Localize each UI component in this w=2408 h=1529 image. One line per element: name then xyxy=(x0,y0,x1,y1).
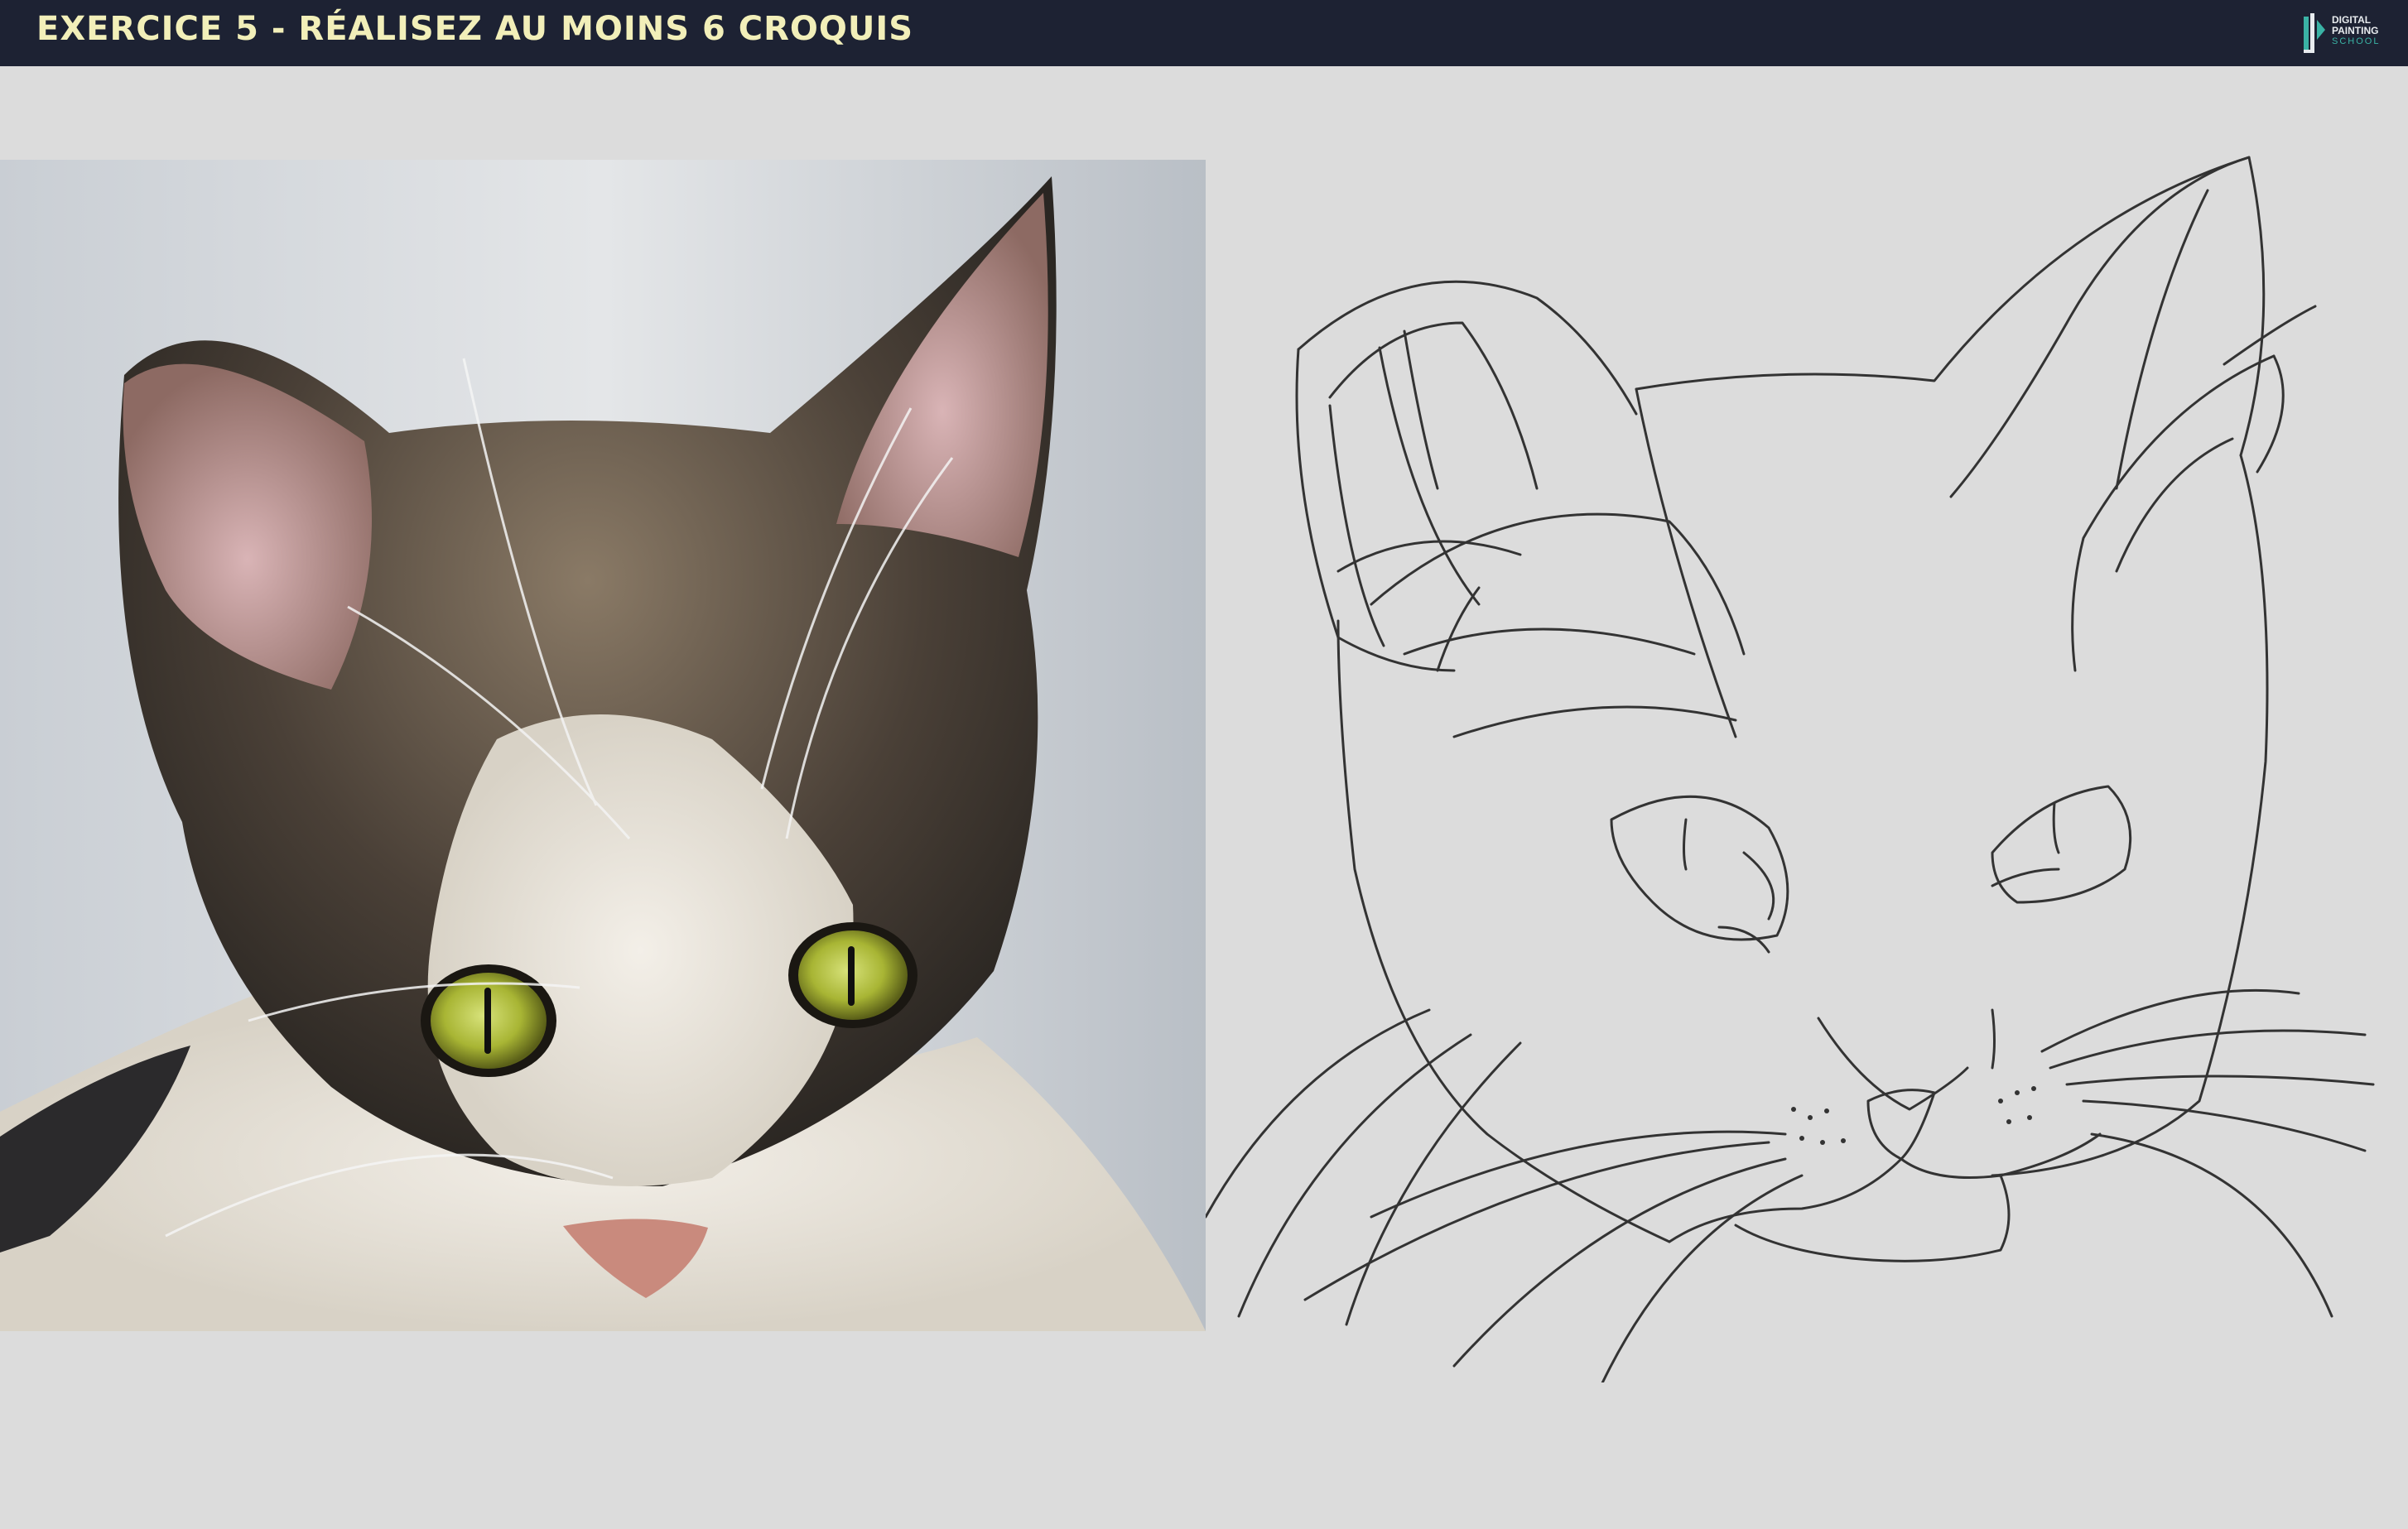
logo-line-3: SCHOOL xyxy=(2332,36,2381,46)
school-logo: DIGITAL PAINTING SCHOOL xyxy=(2300,12,2391,55)
header-bar: EXERCICE 5 - RÉALISEZ AU MOINS 6 CROQUIS… xyxy=(0,0,2408,66)
digital-painting-school-logo-icon xyxy=(2304,13,2325,53)
cat-face-reference-photo xyxy=(0,160,1206,1331)
cat-reference-photo xyxy=(0,160,1206,1331)
cat-face-line-sketch xyxy=(1204,156,2375,1401)
logo-line-2: PAINTING xyxy=(2332,25,2379,36)
logo-text: DIGITAL PAINTING SCHOOL xyxy=(2332,15,2380,47)
cat-line-sketch xyxy=(1204,141,2408,1401)
page-title: EXERCICE 5 - RÉALISEZ AU MOINS 6 CROQUIS xyxy=(36,10,914,48)
